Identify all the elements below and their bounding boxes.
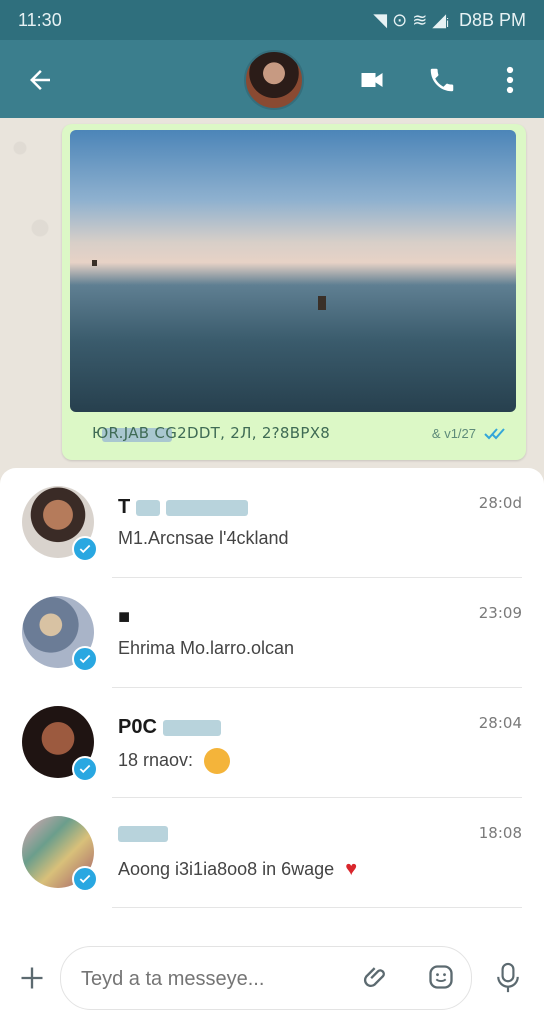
chat-preview: Ehrima Mo.larro.olcan [118, 638, 295, 658]
image-message-bubble[interactable]: ЮR.JAB CG2DDT, 2Л, 2?8BPX8 & v1/27 [62, 124, 526, 460]
chat-preview-text: Aoong i3i1ia8oo8 in 6wage [118, 859, 335, 879]
video-icon [361, 73, 383, 87]
redacted-text [118, 826, 168, 842]
add-attachment-button[interactable] [14, 960, 50, 996]
chat-header [0, 40, 544, 118]
message-input[interactable] [79, 963, 353, 995]
boat-shape [92, 260, 97, 266]
message-input-box[interactable] [60, 946, 472, 1010]
status-icons: ◥ ⊙ ≋ ◢ᵢ [373, 9, 449, 30]
chat-time: 23:09 [478, 604, 522, 622]
boat-shape [318, 296, 326, 310]
chat-preview: M1.Arcnsae l'4cklаnd [118, 528, 289, 548]
status-time: 11:30 [18, 9, 62, 30]
back-button[interactable] [22, 62, 58, 98]
message-time: & v1/27 [431, 426, 476, 441]
chat-name [118, 826, 168, 842]
chat-time: 28:0d [478, 494, 522, 512]
list-item[interactable]: ■ Ehrima Mo.larro.olcan 23:09 [0, 578, 544, 688]
verified-badge-icon [72, 536, 98, 562]
verified-badge-icon [72, 646, 98, 672]
divider [112, 907, 522, 908]
status-bar: 11:30 ◥ ⊙ ≋ ◢ᵢ D8B PM [0, 0, 544, 40]
chat-preview: Aoong i3i1ia8oo8 in 6wage ♥ [118, 858, 357, 881]
chat-name-text: ■ [118, 606, 131, 628]
chat-name: ■ [118, 606, 130, 629]
double-check-icon [484, 427, 505, 439]
phone-icon [430, 68, 454, 92]
plus-icon [21, 967, 43, 989]
mic-button[interactable] [490, 958, 526, 998]
chat-area: ЮR.JAB CG2DDT, 2Л, 2?8BPX8 & v1/27 [0, 118, 544, 478]
list-item[interactable]: P0C 18 rnaov: 28:04 [0, 688, 544, 798]
chat-time: 18:08 [478, 824, 522, 842]
paperclip-icon [363, 967, 385, 988]
arrow-left-icon [30, 70, 50, 90]
more-options-button[interactable] [492, 62, 528, 98]
verified-badge-icon [72, 756, 98, 782]
chat-name-text: T [118, 496, 131, 518]
emoji-face-icon [204, 748, 231, 774]
more-vert-icon [506, 66, 514, 94]
chat-name: T [118, 496, 249, 519]
heart-icon: ♥ [345, 858, 358, 880]
verified-badge-icon [72, 866, 98, 892]
video-call-button[interactable] [354, 62, 390, 98]
status-right-text: D8B PM [458, 9, 526, 30]
redacted-text [136, 499, 161, 516]
emoji-icon [429, 965, 453, 989]
redacted-text [162, 719, 221, 736]
message-meta: & v1/27 [432, 426, 508, 441]
emoji-button[interactable] [423, 959, 459, 995]
list-item[interactable]: Aoong i3i1ia8oo8 in 6wage ♥ 18:08 [0, 798, 544, 908]
message-composer [0, 938, 544, 1024]
contact-avatar[interactable] [244, 50, 304, 110]
chat-name-text: P0C [118, 716, 157, 738]
chat-name: P0C [118, 716, 221, 739]
message-caption: ЮR.JAB CG2DDT, 2Л, 2?8BPX8 [92, 424, 331, 442]
chat-list: T M1.Arcnsae l'4cklаnd 28:0d ■ Ehrima Mo… [0, 468, 544, 938]
chat-preview: 18 rnaov: [118, 748, 231, 774]
voice-call-button[interactable] [424, 62, 460, 98]
chat-preview-text: 18 rnaov: [118, 749, 194, 770]
chat-time: 28:04 [478, 714, 522, 732]
redacted-text [166, 499, 249, 516]
list-item[interactable]: T M1.Arcnsae l'4cklаnd 28:0d [0, 468, 544, 578]
status-right: ◥ ⊙ ≋ ◢ᵢ D8B PM [373, 10, 526, 31]
message-photo[interactable] [70, 130, 516, 412]
attach-button[interactable] [359, 959, 395, 995]
microphone-icon [497, 962, 519, 993]
